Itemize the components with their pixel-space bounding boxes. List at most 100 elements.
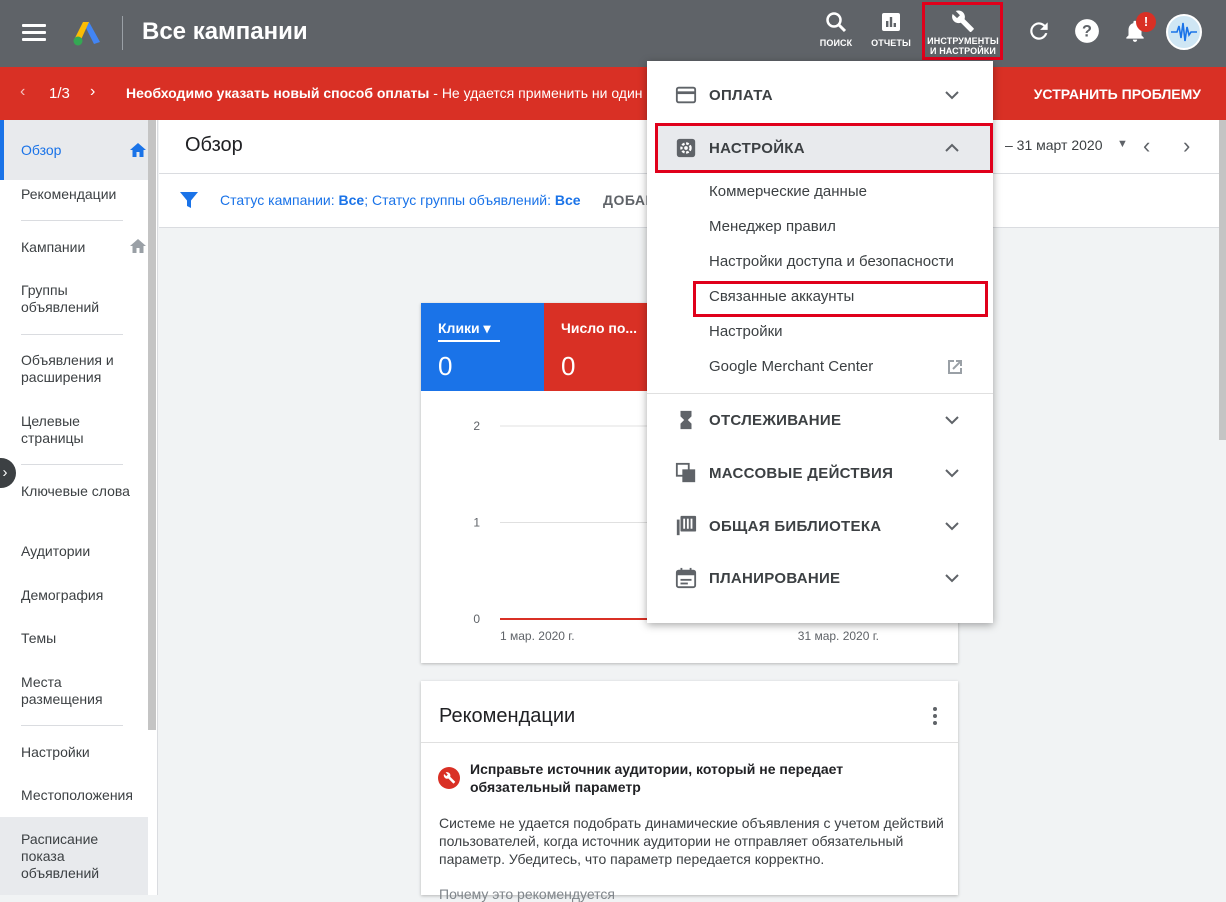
date-range-picker[interactable]: – 31 март 2020 <box>1005 137 1102 153</box>
more-options-icon[interactable] <box>927 707 943 727</box>
menu-icon[interactable] <box>22 24 46 42</box>
recommendation-why[interactable]: Почему это рекомендуется <box>439 886 615 902</box>
metric-clicks-value: 0 <box>438 351 453 381</box>
sidebar-item-landing-pages[interactable]: Целевые страницы <box>21 413 141 447</box>
filter-icon[interactable] <box>179 190 199 210</box>
refresh-icon[interactable] <box>1026 18 1052 44</box>
sidebar-item-overview[interactable]: Обзор <box>21 142 141 159</box>
menu-item-rules[interactable]: Менеджер правил <box>709 218 836 235</box>
copy-icon <box>675 462 696 483</box>
metric-impressions[interactable]: Число по... 0 <box>544 303 648 391</box>
menu-section-billing[interactable]: ОПЛАТА <box>647 70 993 120</box>
sidebar-item-campaigns[interactable]: Кампании <box>21 239 141 256</box>
search-button[interactable]: ПОИСК <box>816 10 856 48</box>
menu-section-label: ПЛАНИРОВАНИЕ <box>709 570 841 587</box>
sidebar-item-ads[interactable]: Объявления и расширения <box>21 352 141 386</box>
reports-icon <box>882 13 900 31</box>
menu-item-merchant-center[interactable]: Google Merchant Center <box>709 358 873 375</box>
dropdown-caret-icon[interactable]: ▼ <box>1117 138 1128 150</box>
page-title: Все кампании <box>142 18 308 45</box>
menu-item-business-data[interactable]: Коммерческие данные <box>709 183 867 200</box>
tools-highlight-box <box>922 2 1003 60</box>
topbar-divider <box>122 16 123 50</box>
sidebar-divider <box>21 220 123 221</box>
menu-divider <box>647 393 993 394</box>
avatar[interactable] <box>1166 14 1202 50</box>
y-tick-label: 0 <box>473 612 480 626</box>
chevron-down-icon <box>945 91 959 100</box>
alert-message-bold: Необходимо указать новый способ оплаты <box>126 85 430 101</box>
menu-item-access-security[interactable]: Настройки доступа и безопасности <box>709 253 954 270</box>
home-icon <box>130 143 146 157</box>
sidebar-active-indicator <box>0 120 4 180</box>
alert-message: Необходимо указать новый способ оплаты -… <box>126 85 646 101</box>
alert-next-icon[interactable]: › <box>90 83 95 101</box>
main-scrollbar[interactable] <box>1219 120 1226 440</box>
sidebar-item-keywords[interactable]: Ключевые слова <box>21 483 141 500</box>
svg-text:?: ? <box>1082 22 1092 40</box>
sidebar-item-settings[interactable]: Настройки <box>21 744 141 761</box>
recommendation-title[interactable]: Исправьте источник аудитории, который не… <box>470 760 890 796</box>
filter-campaign-status-label: Статус кампании: <box>220 192 339 208</box>
y-tick-label: 1 <box>473 516 480 530</box>
sidebar-item-audiences[interactable]: Аудитории <box>21 543 141 560</box>
home-icon <box>130 239 146 253</box>
google-ads-logo[interactable] <box>72 20 102 46</box>
alert-bar: ‹ 1/3 › Необходимо указать новый способ … <box>0 67 1226 120</box>
card-divider <box>421 742 958 743</box>
setup-highlight-box <box>655 123 993 173</box>
sidebar: Обзор Рекомендации Кампании Группы объяв… <box>0 120 158 895</box>
filter-summary[interactable]: Статус кампании: Все; Статус группы объя… <box>220 192 581 208</box>
metric-impressions-value: 0 <box>561 351 576 381</box>
menu-section-label: ОТСЛЕЖИВАНИЕ <box>709 412 842 429</box>
reports-label: ОТЧЕТЫ <box>871 38 911 48</box>
alert-pager: 1/3 <box>49 85 70 102</box>
metric-clicks-label: Клики ▾ <box>438 320 491 336</box>
sidebar-divider <box>21 725 123 726</box>
sidebar-item-ad-schedule[interactable]: Расписание показа объявлений <box>21 831 141 882</box>
recommendations-card: Рекомендации Исправьте источник аудитори… <box>421 681 958 902</box>
top-bar: Все кампании ПОИСК ОТЧЕТЫ ИНСТРУМЕНТЫ И … <box>0 0 1226 67</box>
menu-section-measurement[interactable]: ОТСЛЕЖИВАНИЕ <box>647 395 993 445</box>
sidebar-item-ad-groups[interactable]: Группы объявлений <box>21 282 141 316</box>
sidebar-item-placements[interactable]: Места размещения <box>21 674 141 708</box>
menu-section-bulk-actions[interactable]: МАССОВЫЕ ДЕЙСТВИЯ <box>647 448 993 498</box>
search-label: ПОИСК <box>819 38 853 48</box>
menu-section-label: ОБЩАЯ БИБЛИОТЕКА <box>709 518 882 535</box>
sidebar-divider <box>21 334 123 335</box>
sidebar-item-recommendations[interactable]: Рекомендации <box>21 186 141 203</box>
sidebar-item-locations[interactable]: Местоположения <box>21 787 141 804</box>
menu-section-planning[interactable]: ПЛАНИРОВАНИЕ <box>647 553 993 603</box>
recommendation-body: Системе не удается подобрать динамически… <box>439 815 944 867</box>
filter-adgroup-status-value: Все <box>554 192 581 208</box>
sidebar-scrollbar[interactable] <box>148 120 156 730</box>
menu-section-label: МАССОВЫЕ ДЕЙСТВИЯ <box>709 465 894 482</box>
fix-problem-button[interactable]: УСТРАНИТЬ ПРОБЛЕМУ <box>1034 86 1201 102</box>
sidebar-item-topics[interactable]: Темы <box>21 630 141 647</box>
metric-clicks-label-text: Клики <box>438 320 480 336</box>
sidebar-divider <box>21 464 123 465</box>
chevron-down-icon <box>945 469 959 478</box>
hourglass-icon <box>680 410 692 430</box>
alert-message-rest: - Не удается применить ни один и <box>429 85 646 101</box>
wrench-alert-icon <box>438 767 460 789</box>
library-icon <box>676 515 697 536</box>
y-tick-label: 2 <box>473 419 480 433</box>
sidebar-collapse-toggle[interactable]: › <box>0 458 16 488</box>
sidebar-item-demographics[interactable]: Демография <box>21 587 141 604</box>
date-next-icon[interactable]: › <box>1183 133 1190 159</box>
date-prev-icon[interactable]: ‹ <box>1143 133 1150 159</box>
x-tick-label: 1 мар. 2020 г. <box>500 629 575 643</box>
menu-section-label: ОПЛАТА <box>709 87 773 104</box>
x-tick-label: 31 мар. 2020 г. <box>798 629 879 643</box>
notification-badge: ! <box>1136 12 1156 32</box>
metric-clicks[interactable]: Клики ▾ 0 <box>421 303 544 391</box>
metric-impressions-label: Число по... <box>561 320 638 336</box>
chevron-down-icon <box>945 522 959 531</box>
reports-button[interactable]: ОТЧЕТЫ <box>868 10 914 48</box>
external-link-icon[interactable] <box>946 358 964 376</box>
alert-prev-icon[interactable]: ‹ <box>20 83 25 101</box>
help-icon[interactable]: ? <box>1074 18 1100 44</box>
menu-item-preferences[interactable]: Настройки <box>709 323 783 340</box>
menu-section-shared-library[interactable]: ОБЩАЯ БИБЛИОТЕКА <box>647 501 993 551</box>
